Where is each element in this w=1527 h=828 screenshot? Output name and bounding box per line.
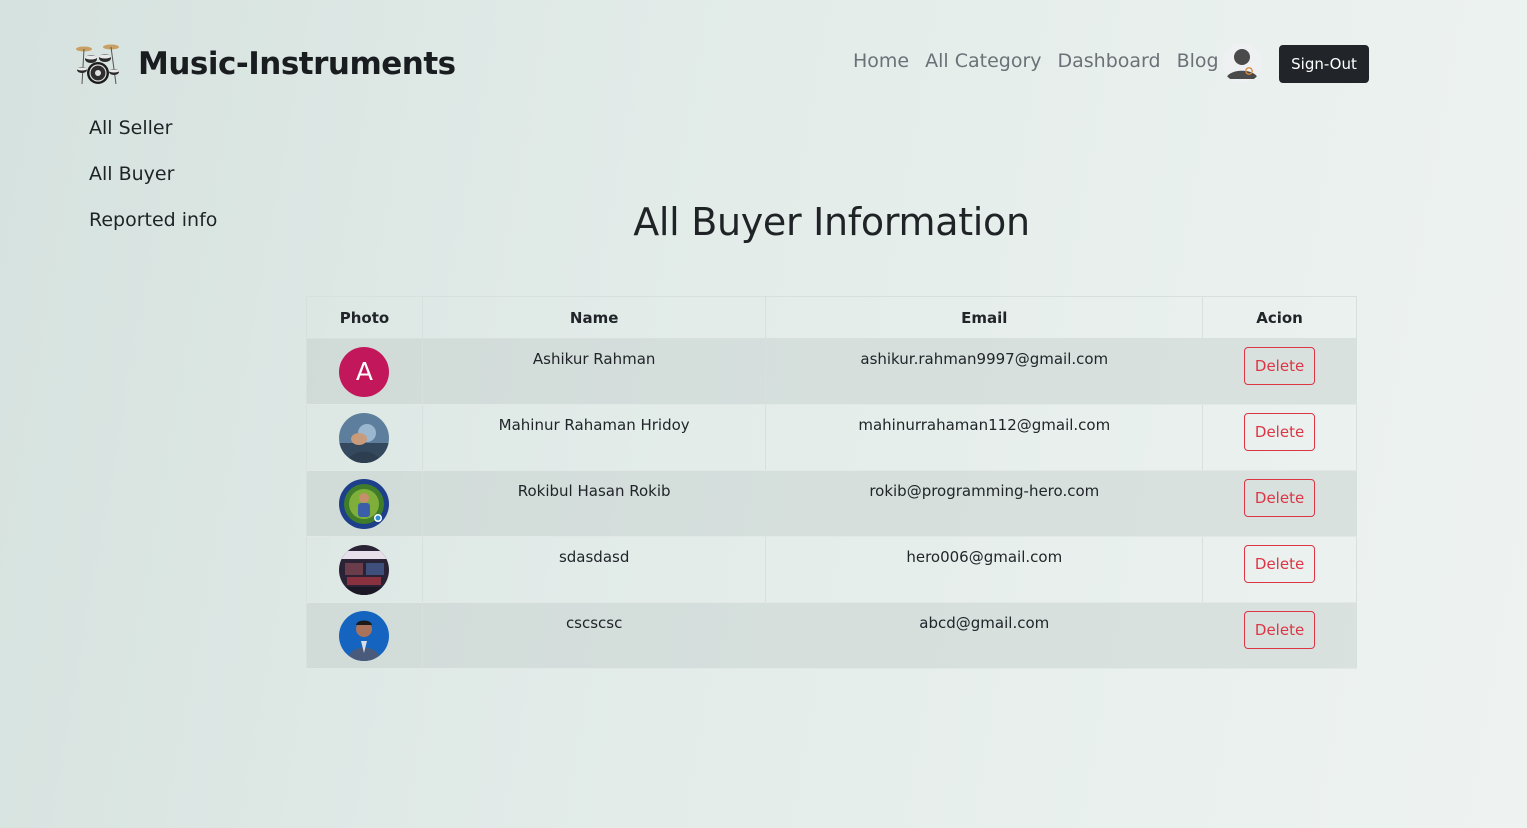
photo-cell <box>306 602 423 669</box>
email-cell: rokib@programming-hero.com <box>765 470 1204 537</box>
photo-cell <box>306 470 423 537</box>
sidebar-item-all-buyer[interactable]: All Buyer <box>89 160 217 206</box>
action-cell: Delete <box>1202 470 1357 537</box>
name-cell: sdasdasd <box>421 536 767 603</box>
nav-link-blog[interactable]: Blog <box>1177 50 1219 72</box>
sidebar-item-reported-info[interactable]: Reported info <box>89 206 217 252</box>
buyers-table: Photo Name Email Acion A Ashikur Rahman … <box>306 296 1357 669</box>
letter-avatar: A <box>339 347 390 397</box>
user-avatar-icon[interactable] <box>1222 43 1262 83</box>
user-silhouette-icon <box>1222 43 1262 83</box>
name-cell: cscscsc <box>421 602 767 669</box>
delete-button[interactable]: Delete <box>1244 611 1316 649</box>
nav-link-dashboard[interactable]: Dashboard <box>1058 50 1161 72</box>
action-cell: Delete <box>1202 404 1357 471</box>
table-row: cscscsc abcd@gmail.com Delete <box>306 602 1357 669</box>
nav-link-all-category[interactable]: All Category <box>925 50 1041 72</box>
main-nav: Home All Category Dashboard Blog <box>853 45 1235 77</box>
page-title: All Buyer Information <box>633 200 1030 244</box>
email-cell: abcd@gmail.com <box>765 602 1204 669</box>
column-header-email: Email <box>765 296 1204 339</box>
brand-title: Music-Instruments <box>138 46 456 82</box>
action-cell: Delete <box>1202 338 1357 405</box>
photo-cell <box>306 536 423 603</box>
action-cell: Delete <box>1202 536 1357 603</box>
delete-button[interactable]: Delete <box>1244 545 1316 583</box>
user-photo-avatar <box>339 413 390 463</box>
table-row: sdasdasd hero006@gmail.com Delete <box>306 536 1357 603</box>
table-row: A Ashikur Rahman ashikur.rahman9997@gmai… <box>306 338 1357 405</box>
delete-button[interactable]: Delete <box>1244 413 1316 451</box>
drum-kit-icon <box>76 44 119 85</box>
table-row: Rokibul Hasan Rokib rokib@programming-he… <box>306 470 1357 537</box>
user-photo-avatar <box>339 545 390 595</box>
table-row: Mahinur Rahaman Hridoy mahinurrahaman112… <box>306 404 1357 471</box>
sidebar: All Seller All Buyer Reported info <box>89 114 217 252</box>
table-header-row: Photo Name Email Acion <box>306 296 1357 339</box>
user-photo-avatar <box>339 611 390 661</box>
photo-cell <box>306 404 423 471</box>
delete-button[interactable]: Delete <box>1244 479 1316 517</box>
user-photo-avatar <box>339 479 390 529</box>
column-header-photo: Photo <box>306 296 423 339</box>
name-cell: Mahinur Rahaman Hridoy <box>421 404 767 471</box>
email-cell: ashikur.rahman9997@gmail.com <box>765 338 1204 405</box>
nav-link-home[interactable]: Home <box>853 50 909 72</box>
sign-out-button[interactable]: Sign-Out <box>1279 45 1369 83</box>
photo-cell: A <box>306 338 423 405</box>
name-cell: Ashikur Rahman <box>421 338 767 405</box>
name-cell: Rokibul Hasan Rokib <box>421 470 767 537</box>
sidebar-item-all-seller[interactable]: All Seller <box>89 114 217 160</box>
delete-button[interactable]: Delete <box>1244 347 1316 385</box>
action-cell: Delete <box>1202 602 1357 669</box>
brand[interactable]: Music-Instruments <box>74 40 456 88</box>
email-cell: hero006@gmail.com <box>765 536 1204 603</box>
column-header-name: Name <box>421 296 767 339</box>
column-header-action: Acion <box>1202 296 1357 339</box>
email-cell: mahinurrahaman112@gmail.com <box>765 404 1204 471</box>
